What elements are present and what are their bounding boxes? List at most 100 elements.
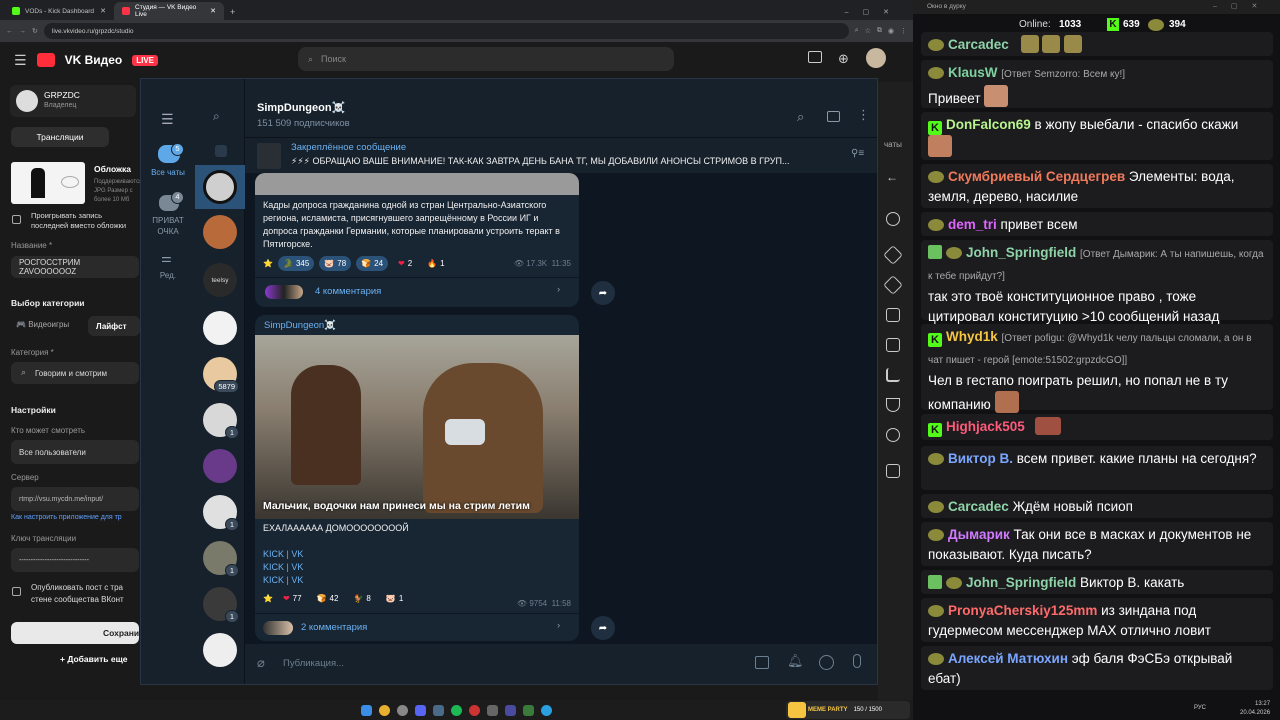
reaction[interactable]: 🍞 24 — [356, 256, 389, 271]
category-select[interactable]: ⌕ Говорим и смотрим — [11, 362, 139, 384]
chat-username[interactable]: John_Springfield — [966, 575, 1076, 590]
folder-private[interactable]: 4 ПРИВАТ ОЧКА — [141, 191, 195, 243]
window-controls[interactable]: –▢✕ — [835, 8, 913, 20]
composer-input[interactable]: Публикация... — [283, 658, 344, 669]
address-bar[interactable]: live.vkvideo.ru/grpzdc/studio — [43, 23, 849, 39]
channel-card[interactable]: GRPZDC Владелец — [10, 85, 136, 117]
who-can-watch-select[interactable]: Все пользователи — [11, 440, 139, 464]
name-input[interactable]: РОСГОССТРИМ ZAVOOOOOOZ — [11, 256, 139, 278]
chat-avatar[interactable] — [203, 633, 237, 667]
app-icon[interactable] — [433, 704, 444, 716]
hamburger-icon[interactable]: ☰ — [14, 52, 27, 69]
pin-list-icon[interactable]: ⚲≡ — [851, 148, 864, 159]
obs-icon[interactable] — [469, 704, 480, 716]
chat-avatar[interactable] — [203, 215, 237, 249]
folder-edit[interactable]: ⚌ Ред. — [141, 251, 195, 283]
reaction[interactable]: 🐷 78 — [319, 256, 352, 271]
reaction[interactable]: ❤ 2 — [393, 256, 417, 271]
forward-button[interactable]: ➦ — [591, 281, 615, 305]
close-icon[interactable]: ✕ — [210, 7, 216, 15]
tab-vk-studio[interactable]: Студия — VK Видео Live ✕ — [114, 2, 224, 20]
vk-search-input[interactable]: ⌕ Поиск — [298, 47, 674, 71]
archive-icon[interactable] — [215, 145, 227, 157]
save-button[interactable]: Сохрани — [11, 622, 139, 644]
trophy-icon[interactable] — [886, 398, 900, 412]
chats-tab-label[interactable]: чаты — [884, 140, 902, 149]
telegram-icon[interactable] — [541, 704, 552, 716]
forward-icon[interactable]: → — [19, 28, 26, 35]
user-avatar[interactable] — [866, 48, 886, 68]
close-icon[interactable]: ✕ — [100, 7, 106, 15]
settings-gear-icon[interactable] — [886, 212, 900, 226]
add-icon[interactable]: ⊕ — [838, 51, 849, 67]
chat-avatar[interactable]: 1 — [203, 495, 239, 531]
reload-icon[interactable]: ↻ — [32, 27, 38, 35]
menu-dots-icon[interactable]: ⋮ — [900, 27, 907, 35]
search-icon[interactable]: ⌕ — [213, 109, 220, 124]
channel-name[interactable]: SimpDungeon☠️ — [257, 101, 345, 114]
folder-all-chats[interactable]: 5 Все чаты — [141, 143, 195, 185]
comments-link[interactable]: 2 комментария › — [255, 613, 579, 641]
chat-avatar[interactable] — [203, 449, 237, 483]
discord-icon[interactable] — [415, 704, 426, 716]
search-icon[interactable]: ⌕ — [797, 109, 804, 125]
meme-party-widget[interactable]: MEME PARTY 150 / 1500 — [786, 701, 910, 719]
kick-vk-link[interactable]: KICK | VK — [263, 574, 303, 587]
add-more-button[interactable]: + Добавить еще — [60, 654, 127, 664]
tab-broadcasts[interactable]: Трансляции — [11, 127, 109, 147]
channel-post[interactable]: Кадры допроса гражданина одной из стран … — [255, 173, 579, 307]
chat-avatar-simpdungeon[interactable] — [203, 170, 237, 204]
collapse-arrow-icon[interactable]: ← — [886, 170, 898, 184]
chat-username[interactable]: John_Springfield — [966, 245, 1076, 260]
chat-window-controls[interactable]: –▢✕ — [1213, 2, 1271, 10]
chat-username[interactable]: PronyaCherskiy125mm — [948, 603, 1097, 618]
panel-icon[interactable] — [886, 464, 900, 478]
dice-icon[interactable] — [886, 308, 900, 322]
cat-tab-games[interactable]: 🎮 Видеоигры — [16, 320, 69, 329]
reaction[interactable]: 🐊 345 — [277, 256, 315, 271]
cat-tab-lifestyle[interactable]: Лайфст — [88, 316, 140, 336]
kick-vk-link[interactable]: KICK | VK — [263, 548, 303, 561]
bell-icon[interactable]: 🔔︎ — [787, 653, 804, 669]
chat-username[interactable]: Whyd1k — [946, 329, 998, 344]
chat-username[interactable]: DonFalcon69 — [946, 117, 1031, 132]
steam-icon[interactable] — [397, 704, 408, 716]
chat-username[interactable]: Highjack505 — [946, 419, 1025, 434]
notifications-icon[interactable] — [808, 51, 822, 63]
list-icon[interactable] — [886, 338, 900, 352]
play-record-checkbox[interactable] — [12, 215, 21, 224]
kick-vk-link[interactable]: KICK | VK — [263, 561, 303, 574]
new-tab-button[interactable]: + — [224, 7, 241, 20]
reaction[interactable]: ❤ 77 — [278, 591, 307, 606]
app-icon[interactable] — [487, 704, 498, 716]
chat-username[interactable]: Виктор В. — [948, 451, 1013, 466]
reaction[interactable]: 🐷 1 — [381, 591, 408, 606]
tab-kick-dashboard[interactable]: VODs - Kick Dashboard ✕ — [4, 2, 114, 20]
menu-icon[interactable]: ☰ — [161, 111, 174, 128]
vk-video-logo-icon[interactable] — [36, 53, 55, 67]
reaction[interactable]: 🔥 1 — [422, 256, 449, 271]
chat-username[interactable]: Дымарик — [948, 527, 1010, 542]
system-clock[interactable]: 13:27 20.04.2026 — [1240, 700, 1270, 718]
server-input[interactable]: rtmp://vsu.mycdn.me/input/ — [11, 487, 139, 511]
forward-button[interactable]: ➦ — [591, 616, 615, 640]
chat-avatar[interactable] — [203, 311, 237, 345]
chart-icon[interactable] — [886, 368, 900, 382]
chrome-icon[interactable] — [379, 704, 390, 716]
comments-link[interactable]: 4 комментария › — [255, 277, 579, 305]
reaction[interactable]: 🐓 8 — [348, 591, 375, 606]
back-icon[interactable]: ← — [6, 28, 13, 35]
chat-avatar[interactable]: 5879 — [203, 357, 239, 393]
sidebar-toggle-icon[interactable] — [827, 111, 840, 122]
app-icon[interactable] — [523, 704, 534, 716]
reaction[interactable]: 🍞 42 — [312, 591, 344, 606]
reaction-star[interactable]: ⭐ — [263, 256, 273, 271]
chat-avatar[interactable]: 1 — [203, 541, 239, 577]
chat-username[interactable]: Алексей Матюхин — [948, 651, 1068, 666]
extensions-icon[interactable]: ⧉ — [877, 27, 882, 35]
setup-link[interactable]: Как настроить приложение для тр — [11, 514, 122, 521]
channel-post[interactable]: SimpDungeon☠️ Мальчик, водочки нам прине… — [255, 315, 579, 641]
publish-post-checkbox[interactable] — [12, 587, 21, 596]
post-image[interactable]: Мальчик, водочки нам принеси мы на стрим… — [255, 335, 579, 519]
chat-avatar[interactable]: teelsy — [203, 263, 237, 297]
